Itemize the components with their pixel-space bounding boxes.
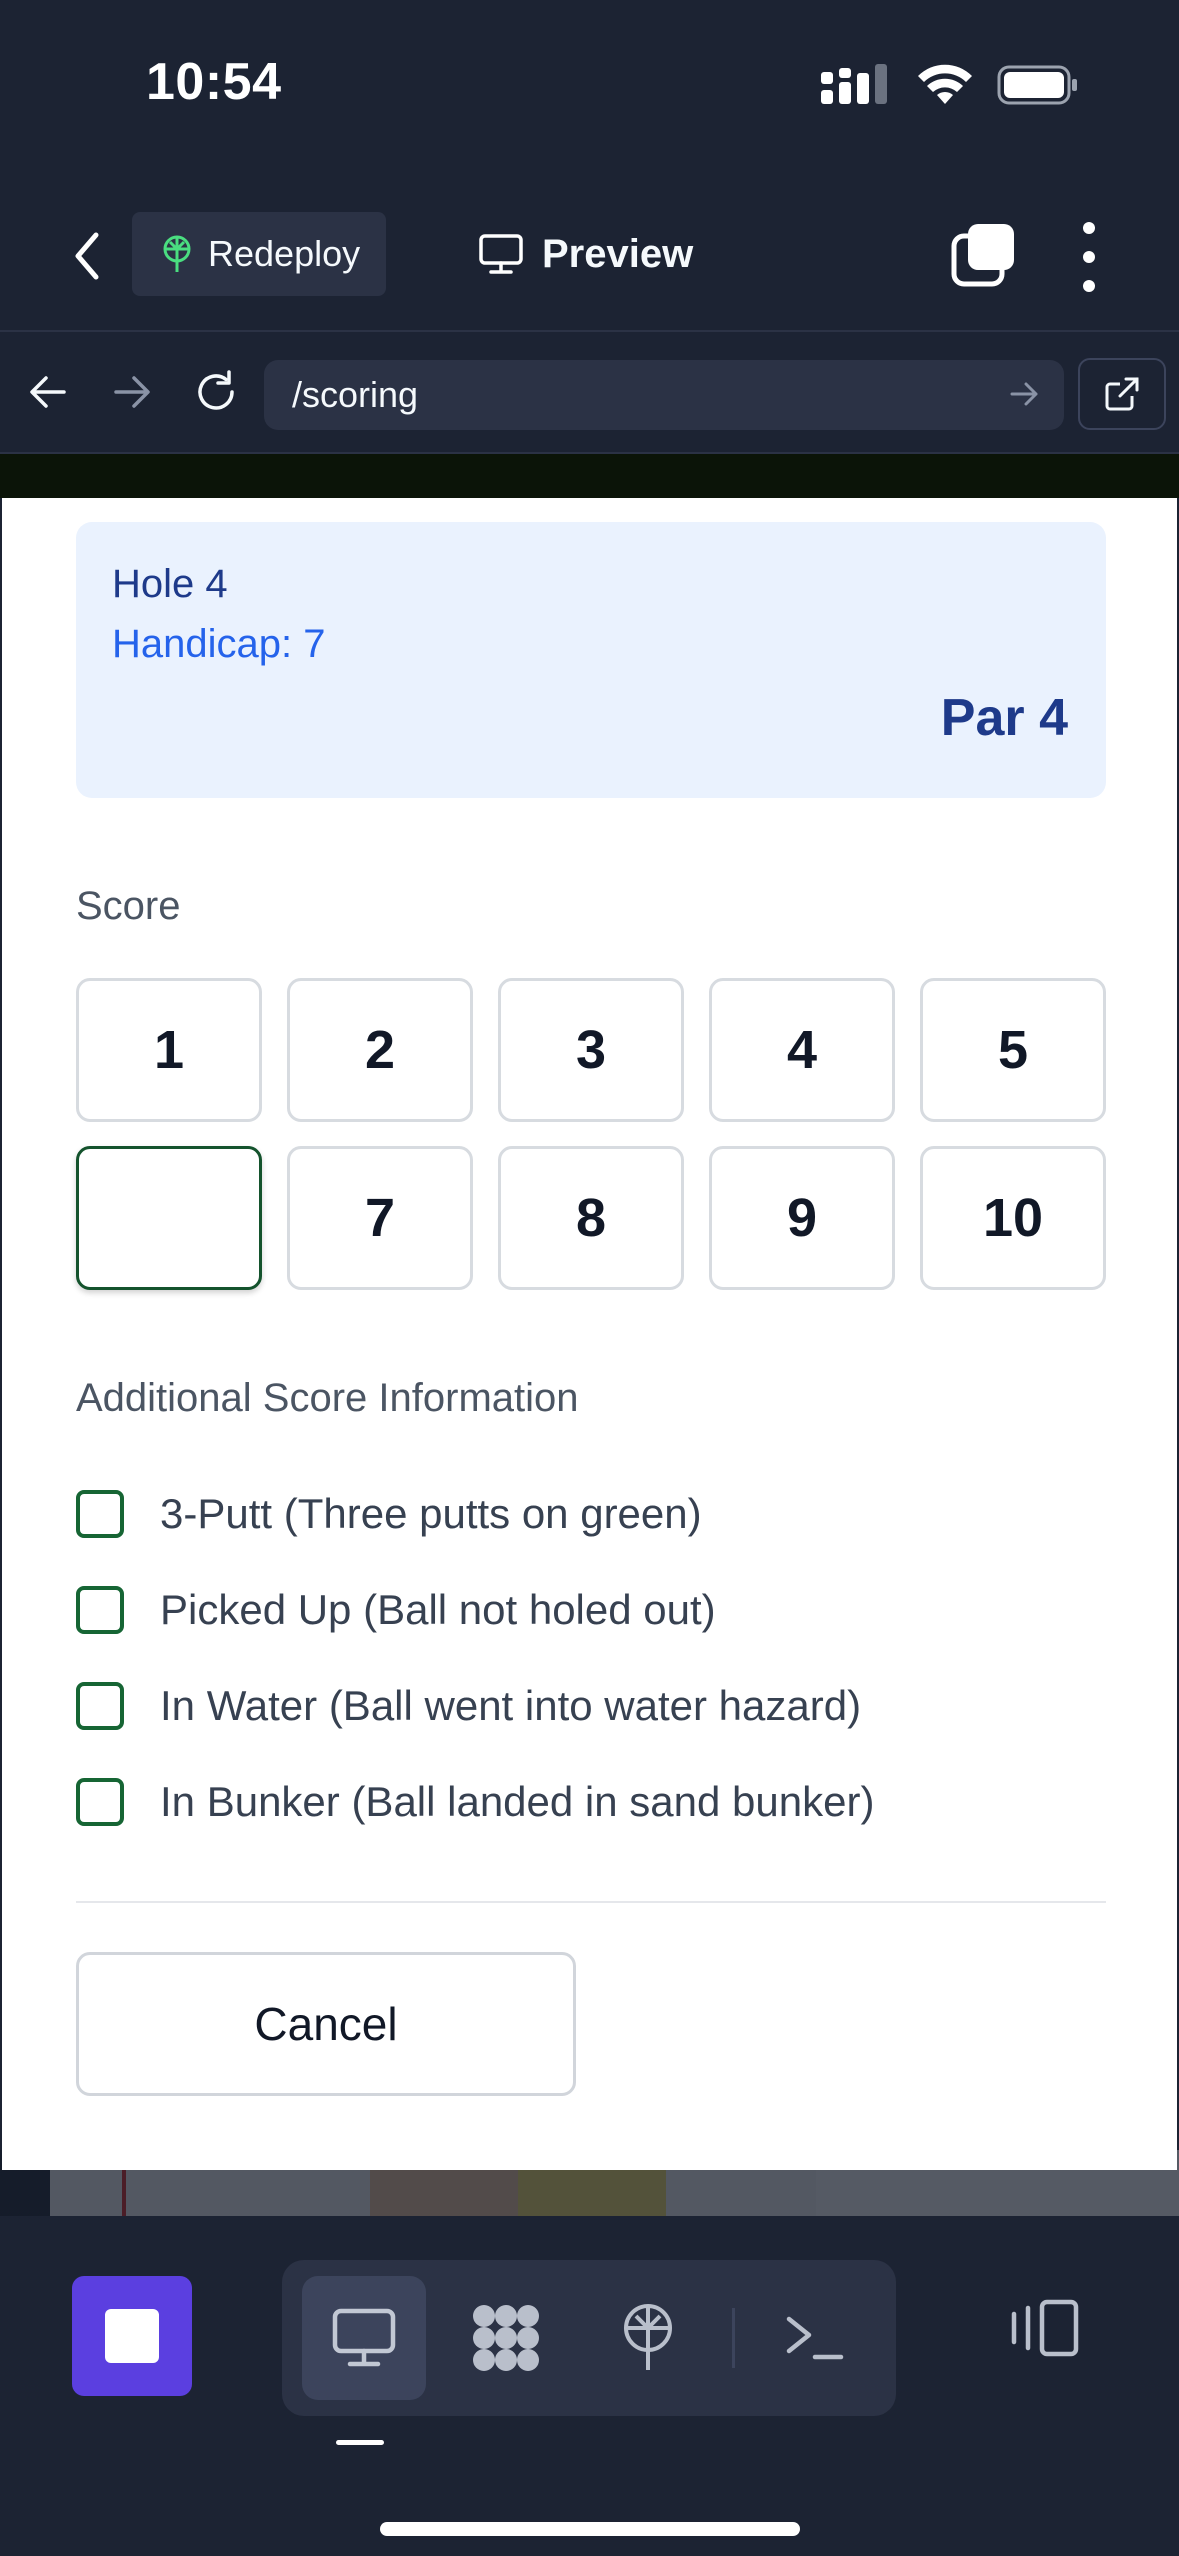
score-option-button[interactable]: 7	[287, 1146, 473, 1290]
cancel-button[interactable]: Cancel	[76, 1952, 576, 2096]
extensions-icon	[473, 2305, 539, 2371]
active-tool-indicator	[336, 2440, 384, 2445]
battery-icon	[997, 65, 1077, 105]
hole-title: Hole 4	[112, 562, 228, 606]
redeploy-label: Redeploy	[208, 233, 361, 274]
home-indicator	[380, 2522, 800, 2536]
deploy-icon	[624, 2304, 672, 2370]
back-button[interactable]	[62, 224, 112, 288]
reload-icon	[198, 370, 234, 410]
status-bar: 10:54	[0, 0, 1179, 180]
picked-up-option[interactable]: Picked Up (Ball not holed out)	[76, 1580, 716, 1640]
nav-forward-button[interactable]	[102, 362, 162, 422]
three-putt-checkbox[interactable]	[76, 1490, 124, 1538]
score-option-button[interactable]: 10	[920, 1146, 1106, 1290]
score-option-button[interactable]: 4	[709, 978, 895, 1122]
more-menu-button[interactable]	[1072, 222, 1106, 292]
kebab-dot	[1083, 251, 1095, 263]
score-entry-modal: Hole 4 Handicap: 7 Par 4 Score 1 2 3 4 5…	[2, 498, 1177, 2170]
score-option-button[interactable]: 2	[287, 978, 473, 1122]
tabs-button[interactable]	[950, 222, 1016, 288]
bottom-toolbar	[0, 2216, 1179, 2556]
score-option-button[interactable]: 9	[709, 1146, 895, 1290]
status-icons	[821, 64, 1079, 106]
hole-info-card: Hole 4 Handicap: 7 Par 4	[76, 522, 1106, 798]
side-panel-button[interactable]	[1004, 2288, 1084, 2368]
open-external-button[interactable]	[1078, 358, 1166, 430]
score-option-button[interactable]: 3	[498, 978, 684, 1122]
tool-deployments[interactable]	[586, 2276, 710, 2400]
score-option-button[interactable]: 8	[498, 1146, 684, 1290]
in-bunker-checkbox[interactable]	[76, 1778, 124, 1826]
in-water-option[interactable]: In Water (Ball went into water hazard)	[76, 1676, 861, 1736]
kebab-dot	[1083, 280, 1095, 292]
deploy-icon	[163, 235, 191, 272]
tabs-icon	[951, 224, 1014, 287]
monitor-icon	[479, 234, 523, 274]
score-option-button[interactable]: 1	[76, 978, 262, 1122]
browser-url-row: /scoring	[0, 330, 1179, 454]
three-putt-option[interactable]: 3-Putt (Three putts on green)	[76, 1484, 702, 1544]
in-water-checkbox[interactable]	[76, 1682, 124, 1730]
chevron-left-icon	[75, 232, 99, 280]
terminal-icon	[786, 2316, 844, 2360]
additional-info-label: Additional Score Information	[76, 1376, 579, 1420]
page-header-strip	[0, 454, 1179, 498]
url-input[interactable]: /scoring	[264, 360, 1064, 430]
picked-up-label: Picked Up (Ball not holed out)	[160, 1586, 716, 1633]
score-option-button-selected[interactable]	[76, 1146, 262, 1290]
wifi-icon	[918, 64, 972, 104]
in-water-label: In Water (Ball went into water hazard)	[160, 1682, 862, 1729]
kebab-dot	[1083, 222, 1095, 234]
tool-switcher	[282, 2260, 896, 2416]
three-putt-label: 3-Putt (Three putts on green)	[160, 1490, 702, 1537]
side-panel-icon	[1011, 2299, 1079, 2357]
tool-extensions[interactable]	[444, 2276, 568, 2400]
tool-preview[interactable]	[302, 2276, 426, 2400]
picked-up-checkbox[interactable]	[76, 1586, 124, 1634]
hole-par: Par 4	[940, 689, 1068, 747]
monitor-icon	[332, 2308, 396, 2367]
actions-divider	[76, 1901, 1106, 1903]
score-option-button[interactable]: 5	[920, 978, 1106, 1122]
score-section-label: Score	[76, 884, 181, 928]
url-path: /scoring	[292, 374, 419, 415]
external-link-icon	[1105, 377, 1139, 411]
arrow-right-icon	[114, 376, 150, 408]
reload-button[interactable]	[186, 362, 246, 422]
app-toolbar: Redeploy Preview	[0, 180, 1179, 330]
arrow-left-icon	[30, 376, 66, 408]
preview-label: Preview	[542, 231, 694, 276]
in-bunker-label: In Bunker (Ball landed in sand bunker)	[160, 1778, 875, 1825]
status-time: 10:54	[146, 53, 282, 111]
hole-handicap: Handicap: 7	[112, 622, 326, 666]
score-options-grid: 1 2 3 4 5 7 8 9 10	[76, 978, 1106, 1290]
cellular-signal-icon	[821, 64, 887, 104]
stop-icon	[105, 2309, 159, 2363]
redeploy-button[interactable]: Redeploy	[132, 212, 386, 296]
in-bunker-option[interactable]: In Bunker (Ball landed in sand bunker)	[76, 1772, 874, 1832]
tool-separator	[732, 2308, 735, 2368]
nav-back-button[interactable]	[18, 362, 78, 422]
stop-button[interactable]	[72, 2276, 192, 2396]
preview-tab[interactable]: Preview	[478, 212, 693, 296]
tool-shell[interactable]	[752, 2276, 876, 2400]
arrow-right-icon[interactable]	[1008, 376, 1042, 412]
